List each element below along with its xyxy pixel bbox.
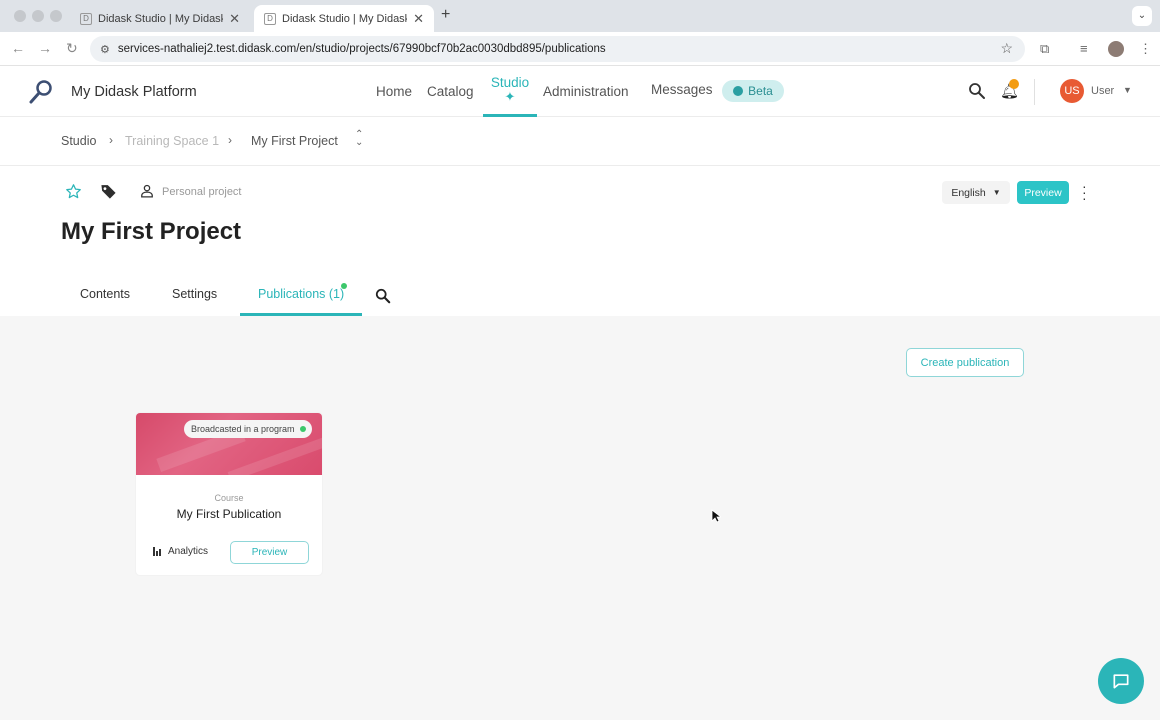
sparkle-icon: ✦ bbox=[504, 89, 516, 104]
beta-icon bbox=[733, 86, 744, 96]
bookmark-star-icon[interactable]: ☆ bbox=[1000, 40, 1013, 57]
publication-type: Course bbox=[214, 493, 244, 503]
nav-administration[interactable]: Administration bbox=[543, 84, 629, 99]
browser-profile-avatar[interactable] bbox=[1108, 41, 1124, 57]
browser-tab-title: Didask Studio | My Didask Pla bbox=[282, 12, 408, 25]
status-badge: Broadcasted in a program bbox=[184, 420, 312, 438]
new-tab-button[interactable]: + bbox=[441, 6, 450, 24]
url-text: services-nathaliej2.test.didask.com/en/s… bbox=[117, 43, 606, 55]
extensions-icon[interactable]: ⧉ bbox=[1040, 41, 1049, 57]
window-close-control[interactable] bbox=[14, 10, 26, 22]
close-icon[interactable]: ✕ bbox=[413, 11, 424, 27]
favicon-icon: D bbox=[80, 12, 92, 25]
app-header: My Didask Platform Home Catalog Studio ✦… bbox=[0, 67, 1160, 117]
window-maximize-control[interactable] bbox=[50, 10, 62, 22]
chevron-right-icon: › bbox=[109, 133, 113, 147]
browser-toolbar: ← → ↻ ⚙ services-nathaliej2.test.didask.… bbox=[0, 32, 1160, 66]
status-badge-label: Broadcasted in a program bbox=[191, 424, 295, 434]
browser-tab-active[interactable]: D Didask Studio | My Didask Pla ✕ bbox=[254, 5, 434, 32]
nav-home[interactable]: Home bbox=[376, 84, 412, 99]
avatar[interactable]: US bbox=[1060, 79, 1084, 103]
search-icon[interactable] bbox=[375, 288, 391, 304]
back-arrow-icon[interactable]: ← bbox=[11, 40, 25, 56]
publication-card[interactable]: Broadcasted in a program Course My First… bbox=[136, 413, 322, 575]
favicon-icon: D bbox=[264, 12, 276, 25]
window-minimize-control[interactable] bbox=[32, 10, 44, 22]
tab-settings[interactable]: Settings bbox=[172, 287, 217, 301]
nav-studio[interactable]: Studio ✦ bbox=[483, 67, 537, 117]
browser-tab-inactive[interactable]: D Didask Studio | My Didask Pla ✕ bbox=[70, 5, 250, 32]
project-ownership: Personal project bbox=[162, 186, 242, 198]
status-dot bbox=[299, 426, 306, 432]
nav-studio-label: Studio bbox=[490, 75, 530, 90]
nav-messages[interactable]: Messages bbox=[651, 82, 713, 97]
header-divider bbox=[1034, 79, 1035, 105]
publication-title: My First Publication bbox=[176, 507, 282, 521]
chat-button[interactable] bbox=[1098, 658, 1144, 704]
tag-icon[interactable] bbox=[100, 183, 117, 200]
media-control-icon[interactable]: ≡ bbox=[1080, 41, 1088, 56]
breadcrumb-project[interactable]: My First Project bbox=[251, 134, 338, 148]
project-switch-icon[interactable]: ⌃ ⌄ bbox=[355, 130, 363, 148]
caret-down-icon: ▼ bbox=[992, 188, 1001, 197]
project-header: Personal project English ▼ Preview · · · M… bbox=[0, 166, 1160, 316]
beta-badge: Beta bbox=[722, 80, 784, 102]
analytics-link[interactable]: Analytics bbox=[153, 546, 208, 557]
tab-contents[interactable]: Contents bbox=[80, 287, 130, 301]
browser-tab-title: Didask Studio | My Didask Pla bbox=[98, 12, 224, 25]
tab-publications[interactable]: Publications (1) bbox=[258, 287, 344, 301]
preview-button[interactable]: Preview bbox=[1017, 181, 1069, 204]
star-icon[interactable] bbox=[65, 183, 82, 200]
person-icon bbox=[141, 184, 153, 198]
bar-chart-icon bbox=[153, 547, 161, 556]
notification-dot bbox=[1009, 79, 1019, 89]
platform-name[interactable]: My Didask Platform bbox=[71, 84, 197, 100]
page-title: My First Project bbox=[61, 218, 242, 245]
browser-menu-icon[interactable]: ⋮ bbox=[1139, 41, 1152, 57]
search-icon[interactable] bbox=[968, 82, 986, 100]
publication-thumbnail: Broadcasted in a program bbox=[136, 413, 322, 482]
mouse-cursor-icon bbox=[711, 509, 721, 523]
language-select[interactable]: English ▼ bbox=[942, 181, 1010, 204]
card-preview-button[interactable]: Preview bbox=[230, 541, 309, 564]
reload-icon[interactable]: ↻ bbox=[66, 40, 78, 57]
tab-search-chevron-icon[interactable]: ⌄ bbox=[1132, 6, 1152, 26]
more-options-icon[interactable]: · · · bbox=[1082, 179, 1087, 205]
address-bar[interactable]: ⚙ services-nathaliej2.test.didask.com/en… bbox=[90, 36, 1025, 62]
close-icon[interactable]: ✕ bbox=[229, 11, 240, 27]
language-value: English bbox=[951, 186, 986, 199]
caret-down-icon[interactable]: ▼ bbox=[1123, 85, 1132, 95]
breadcrumb: Studio › Training Space 1 › My First Pro… bbox=[0, 118, 1160, 166]
analytics-label: Analytics bbox=[168, 546, 209, 557]
breadcrumb-training-space[interactable]: Training Space 1 bbox=[125, 134, 219, 148]
status-dot bbox=[341, 283, 347, 289]
breadcrumb-studio[interactable]: Studio bbox=[61, 134, 96, 148]
create-publication-button[interactable]: Create publication bbox=[906, 348, 1024, 377]
site-settings-icon[interactable]: ⚙ bbox=[100, 43, 110, 56]
beta-label: Beta bbox=[748, 84, 773, 98]
didask-logo-icon[interactable] bbox=[28, 79, 54, 105]
browser-tab-bar: D Didask Studio | My Didask Pla ✕ D Dida… bbox=[0, 0, 1160, 32]
project-tabs: Contents Settings Publications (1) bbox=[0, 276, 1160, 316]
forward-arrow-icon[interactable]: → bbox=[38, 40, 52, 56]
chat-icon bbox=[1113, 674, 1129, 689]
chevron-right-icon: › bbox=[228, 133, 232, 147]
publications-panel: Create publication Broadcasted in a prog… bbox=[0, 316, 1160, 720]
user-name[interactable]: User bbox=[1091, 85, 1114, 97]
nav-catalog[interactable]: Catalog bbox=[427, 84, 474, 99]
